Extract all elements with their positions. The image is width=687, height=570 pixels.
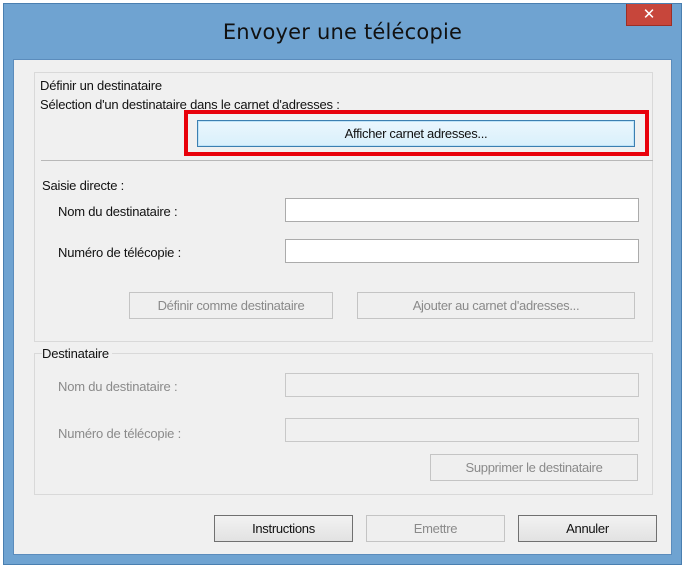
- section-separator: [41, 160, 653, 161]
- direct-entry-title: Saisie directe :: [42, 178, 125, 193]
- instructions-button[interactable]: Instructions: [214, 515, 353, 542]
- cancel-button[interactable]: Annuler: [518, 515, 657, 542]
- fax-dialog-window: Envoyer une télécopie ✕ Définir un desti…: [3, 3, 682, 565]
- recipient-fax-field: [285, 418, 639, 442]
- direct-name-input[interactable]: [285, 198, 639, 222]
- define-recipient-group-title: Définir un destinataire: [40, 78, 162, 93]
- recipient-name-field: [285, 373, 639, 397]
- direct-fax-input[interactable]: [285, 239, 639, 263]
- set-recipient-button[interactable]: Définir comme destinataire: [129, 292, 333, 319]
- delete-recipient-button[interactable]: Supprimer le destinataire: [430, 454, 638, 481]
- recipient-fax-label: Numéro de télécopie :: [58, 426, 181, 441]
- recipient-group-title: Destinataire: [42, 346, 112, 361]
- direct-fax-label: Numéro de télécopie :: [58, 245, 181, 260]
- title-bar[interactable]: Envoyer une télécopie ✕: [4, 4, 681, 60]
- dialog-title: Envoyer une télécopie: [222, 20, 463, 44]
- direct-name-label: Nom du destinataire :: [58, 204, 178, 219]
- close-icon[interactable]: ✕: [626, 4, 672, 26]
- add-to-addressbook-button[interactable]: Ajouter au carnet d'adresses...: [357, 292, 635, 319]
- dialog-body: Définir un destinataire Sélection d'un d…: [13, 59, 672, 555]
- show-addressbook-button[interactable]: Afficher carnet adresses...: [197, 120, 635, 147]
- send-button[interactable]: Emettre: [366, 515, 505, 542]
- recipient-name-label: Nom du destinataire :: [58, 379, 178, 394]
